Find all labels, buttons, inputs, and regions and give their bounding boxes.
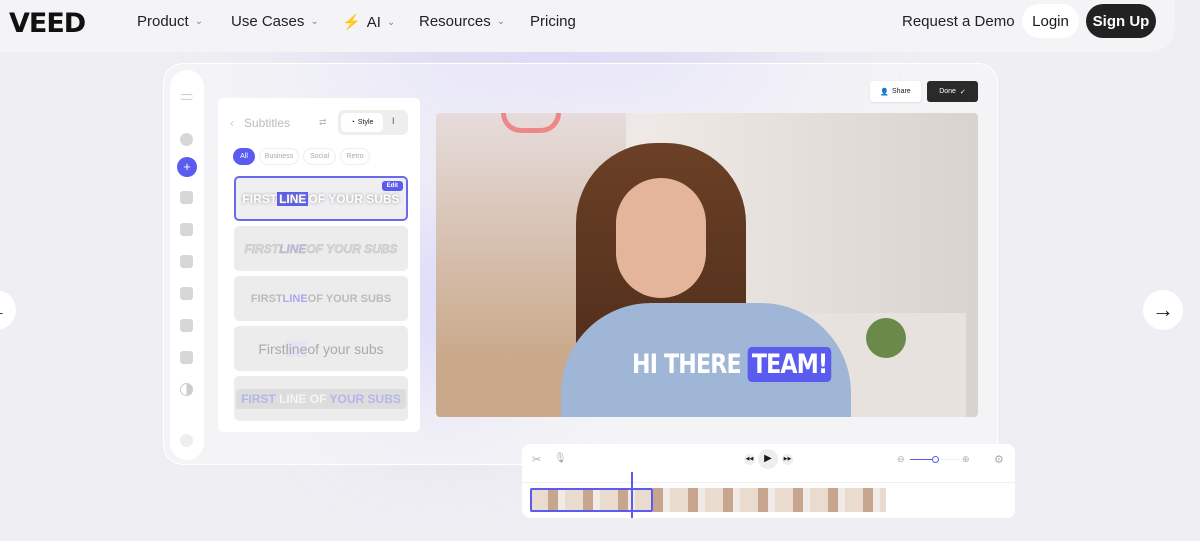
preset-text: FIRST [250,292,283,305]
text-icon[interactable] [180,255,193,268]
preset-highlight: LINE OF [279,391,330,406]
panel-title: Subtitles [244,116,291,130]
nav-label: Resources [419,13,491,30]
preset-highlight: LINE [279,241,307,256]
forward-icon[interactable]: ▶▶ [782,454,793,465]
nav-label: AI [366,13,381,31]
help-icon[interactable] [180,434,193,447]
gear-icon[interactable]: ⚙ [994,453,1004,466]
nav-pricing[interactable]: Pricing [530,13,576,30]
nav-label: Product [137,13,189,30]
play-icon[interactable]: ▶ [758,449,778,469]
check-icon: ✓ [959,88,966,96]
share-button[interactable]: 👤 Share [870,81,921,102]
swap-icon[interactable]: ⇄ [319,117,327,128]
microphone-icon[interactable]: 🎙 [554,453,567,464]
preset-text: YOUR SUBS [329,391,401,406]
chevron-down-icon: ⌄ [386,16,396,28]
done-button[interactable]: Done ✓ [927,81,978,102]
selected-clip[interactable] [530,488,653,512]
zoom-in-icon[interactable]: ⊕ [962,454,970,465]
prev-arrow-button[interactable]: ← [0,290,16,330]
add-user-icon: 👤 [880,88,890,96]
preset-text: FIRST [242,191,278,206]
chip-all[interactable]: All [233,148,255,165]
person-face [616,178,706,298]
preset-text: OF YOUR SUBS [307,292,392,305]
preset-card[interactable]: Edit FIRST LINE OF YOUR SUBS [234,176,408,221]
zoom-out-icon[interactable]: ⊖ [897,454,905,465]
preset-text: FIRST [244,241,280,256]
chip-retro[interactable]: Retro [340,148,370,165]
login-button[interactable]: Login [1022,4,1079,38]
back-icon[interactable]: ‹ [230,116,234,130]
menu-icon[interactable] [180,94,193,100]
chip-social[interactable]: Social [303,148,336,165]
share-label: Share [892,88,911,95]
preset-text: OF YOUR SUBS [306,241,398,256]
video-icon[interactable] [180,351,193,364]
video-preview[interactable]: HI THERE TEAM! [436,113,978,417]
preset-highlight: LINE [282,292,308,305]
record-icon[interactable] [180,319,193,332]
chevron-down-icon: ⌄ [496,16,506,27]
veed-logo[interactable]: VEED [9,8,86,39]
settings-icon[interactable] [180,133,193,146]
scissors-icon[interactable]: ✂ [532,453,541,466]
zoom-slider[interactable] [910,456,960,463]
style-label: Style [357,119,374,126]
rewind-icon[interactable]: ◀◀ [744,454,755,465]
text-cursor-icon[interactable]: I [392,116,395,126]
timeline: ✂ 🎙 ◀◀ ▶ ▶▶ ⊖ ⊕ ⚙ [522,444,1015,518]
add-icon[interactable]: + [177,157,197,177]
preset-text: OF YOUR SUBS [308,191,400,206]
preset-card[interactable]: FIRST LINE OF YOUR SUBS [234,226,408,271]
palette-icon: ◔ [350,119,355,126]
nav-product[interactable]: Product ⌄ [137,13,203,30]
caption-highlight: TEAM! [747,347,832,382]
preset-card[interactable]: FIRST LINE OF YOUR SUBS [234,376,408,421]
style-toggle: ◔ Style I [338,110,408,135]
chevron-down-icon: ⌄ [194,16,204,27]
chip-business[interactable]: Business [259,148,299,165]
edit-badge[interactable]: Edit [381,181,403,191]
preset-text: of your subs [307,340,384,357]
caption: HI THERE TEAM! [632,347,832,382]
chevron-down-icon: ⌄ [310,16,319,27]
subtitles-panel: ‹ Subtitles ⇄ ◔ Style I All Business Soci… [218,98,420,432]
contrast-icon[interactable] [180,383,193,396]
music-icon[interactable] [180,191,193,204]
nav-resources[interactable]: Resources ⌄ [419,13,505,30]
caption-text: HI THERE [632,349,748,380]
zoom-slider-handle[interactable] [932,456,939,463]
tool-rail: + [170,70,204,460]
subtitles-icon[interactable] [180,223,193,236]
plant-decoration [866,318,906,358]
preset-card[interactable]: FIRST LINE OF YOUR SUBS [234,276,408,321]
nav-ai[interactable]: ⚡ AI ⌄ [342,13,396,32]
top-nav: VEED Product ⌄ Use Cases ⌄ ⚡ AI ⌄ Resources ⌄… [0,0,1175,52]
nav-label: Pricing [530,13,576,30]
nav-label: Use Cases [231,13,305,30]
playhead[interactable] [631,472,633,518]
style-button[interactable]: ◔ Style [341,113,383,132]
signup-button[interactable]: Sign Up [1086,4,1156,38]
ruler [522,482,1015,483]
nav-use-cases[interactable]: Use Cases ⌄ [231,13,319,30]
preset-highlight: line [285,340,308,357]
next-arrow-button[interactable]: → [1143,290,1183,330]
sticker-icon[interactable] [180,287,193,300]
request-demo-link[interactable]: Request a Demo [902,13,1015,30]
lightning-icon: ⚡ [342,14,361,31]
preset-card[interactable]: First line of your subs [234,326,408,371]
preset-text: First [258,340,286,357]
preset-text: FIRST [241,391,280,406]
preset-highlight: LINE [277,191,309,206]
done-label: Done [939,88,956,95]
